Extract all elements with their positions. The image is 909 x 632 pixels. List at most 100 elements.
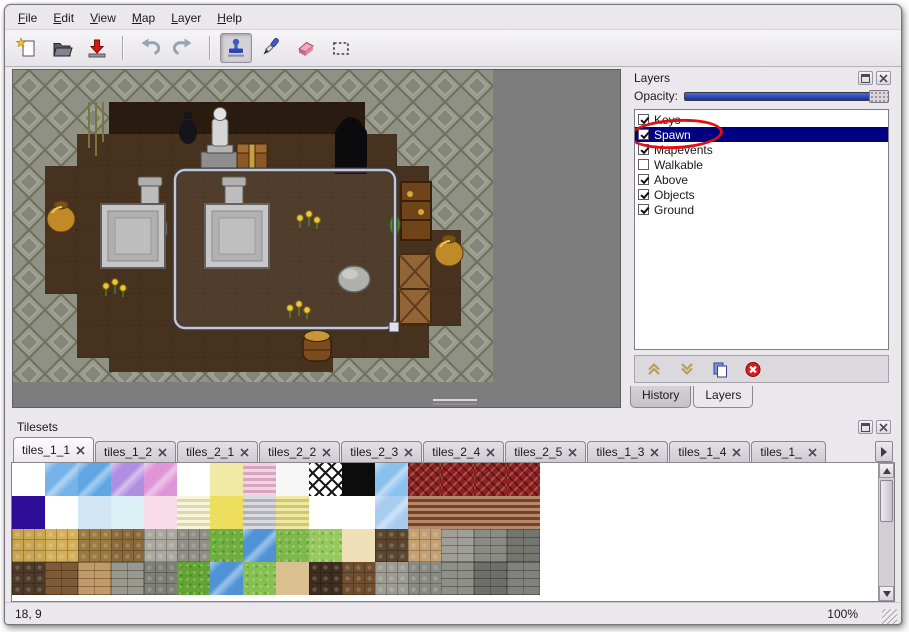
layer-visibility-checkbox[interactable] [638,114,649,125]
palette-tile[interactable] [243,529,276,562]
tab-close-icon[interactable] [240,448,249,457]
palette-tile[interactable] [276,529,309,562]
palette-tile[interactable] [309,529,342,562]
palette-tile[interactable] [45,463,78,496]
palette-tile[interactable] [243,463,276,496]
menu-edit[interactable]: Edit [46,9,81,27]
palette-tile[interactable] [342,463,375,496]
palette-tile[interactable] [12,463,45,496]
tab-close-icon[interactable] [732,448,741,457]
tab-close-icon[interactable] [322,448,331,457]
palette-tile[interactable] [177,496,210,529]
palette-tile[interactable] [342,496,375,529]
palette-tile[interactable] [507,463,540,496]
layer-row-above[interactable]: Above [635,172,888,187]
delete-layer-button[interactable] [741,358,765,380]
selection-rectangle[interactable] [175,170,399,332]
float-panel-button[interactable] [858,420,873,434]
dock-splitter-handle[interactable] [433,399,477,405]
palette-tile[interactable] [441,529,474,562]
palette-scrollbar[interactable] [878,463,894,601]
palette-tile[interactable] [507,496,540,529]
layer-row-ground[interactable]: Ground [635,202,888,217]
tileset-tab-tiles_1_2[interactable]: tiles_1_2 [95,441,176,462]
palette-tile[interactable] [309,496,342,529]
undo-button[interactable] [133,33,165,63]
window-resize-grip[interactable] [882,609,897,624]
palette-tile[interactable] [144,463,177,496]
raise-layer-button[interactable] [642,358,666,380]
palette-tile[interactable] [408,562,441,595]
tileset-tab-tiles_1_4[interactable]: tiles_1_4 [669,441,750,462]
tab-close-icon[interactable] [650,448,659,457]
close-panel-button[interactable] [876,71,891,85]
layer-visibility-checkbox[interactable] [638,144,649,155]
save-button[interactable] [81,33,113,63]
palette-tile[interactable] [276,496,309,529]
palette-tile[interactable] [507,562,540,595]
tab-scroll-right-button[interactable] [875,441,893,462]
palette-tile[interactable] [408,463,441,496]
menu-layer[interactable]: Layer [164,9,208,27]
layer-row-walkable[interactable]: Walkable [635,157,888,172]
palette-tile[interactable] [12,562,45,595]
tileset-tab-tiles_2_5[interactable]: tiles_2_5 [505,441,586,462]
brush-button[interactable] [255,33,287,63]
tileset-tab-tiles_2_3[interactable]: tiles_2_3 [341,441,422,462]
tileset-tab-tiles_1_3[interactable]: tiles_1_3 [587,441,668,462]
layer-visibility-checkbox[interactable] [638,159,649,170]
palette-tile[interactable] [276,463,309,496]
palette-tile[interactable] [309,463,342,496]
palette-tile[interactable] [144,496,177,529]
tilesets-panel-titlebar[interactable]: Tilesets [11,418,895,436]
map-canvas[interactable] [12,69,621,408]
tab-layers[interactable]: Layers [693,386,753,408]
palette-tile[interactable] [375,463,408,496]
palette-tile[interactable] [408,496,441,529]
menu-file[interactable]: File [11,9,44,27]
palette-tile[interactable] [210,496,243,529]
layer-visibility-checkbox[interactable] [638,174,649,185]
layer-visibility-checkbox[interactable] [638,204,649,215]
palette-tile[interactable] [78,463,111,496]
tab-history[interactable]: History [630,386,691,408]
palette-tile[interactable] [177,463,210,496]
palette-tile[interactable] [276,562,309,595]
tab-close-icon[interactable] [76,446,85,455]
layers-panel-titlebar[interactable]: Layers [628,69,895,87]
palette-tile[interactable] [441,496,474,529]
palette-tile[interactable] [111,562,144,595]
palette-tile[interactable] [78,529,111,562]
palette-tile[interactable] [210,562,243,595]
redo-button[interactable] [168,33,200,63]
tileset-tab-tiles_1_1[interactable]: tiles_1_1 [13,437,94,462]
palette-tile[interactable] [375,529,408,562]
palette-tile[interactable] [78,496,111,529]
palette-tile[interactable] [243,562,276,595]
eraser-button[interactable] [290,33,322,63]
palette-tile[interactable] [474,529,507,562]
palette-tile[interactable] [243,496,276,529]
layer-row-mapevents[interactable]: Mapevents [635,142,888,157]
tileset-tab-tiles_2_4[interactable]: tiles_2_4 [423,441,504,462]
scroll-down-button[interactable] [879,586,894,601]
selection-resize-handle[interactable] [389,322,399,332]
palette-tile[interactable] [111,496,144,529]
menu-view[interactable]: View [83,9,123,27]
palette-tile[interactable] [408,529,441,562]
layer-row-spawn[interactable]: Spawn [635,127,888,142]
palette-tile[interactable] [144,562,177,595]
palette-tile[interactable] [342,529,375,562]
palette-tile[interactable] [111,463,144,496]
palette-tile[interactable] [177,529,210,562]
palette-tile[interactable] [474,463,507,496]
palette-tile[interactable] [507,529,540,562]
palette-tile[interactable] [309,562,342,595]
palette-tile[interactable] [78,562,111,595]
palette-tile[interactable] [177,562,210,595]
scroll-up-button[interactable] [879,463,894,478]
select-button[interactable] [325,33,357,63]
palette-tile[interactable] [45,496,78,529]
palette-tile[interactable] [441,463,474,496]
palette-tile[interactable] [12,529,45,562]
